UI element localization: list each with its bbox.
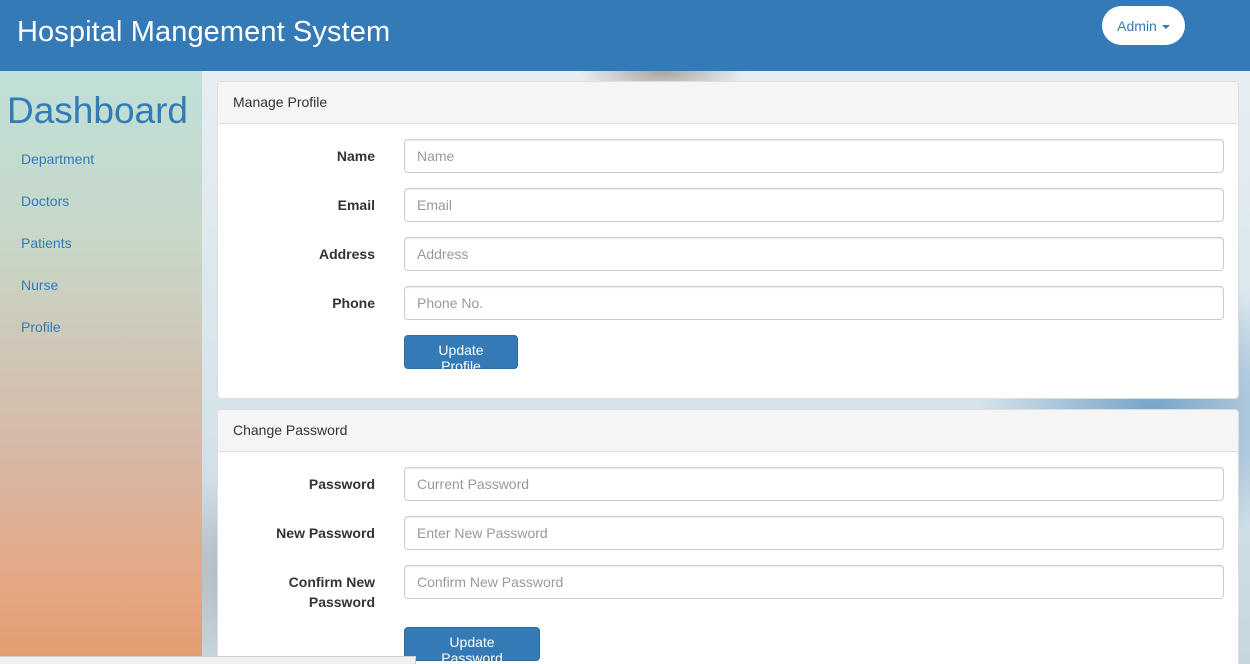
sidebar-item-doctors[interactable]: Doctors: [21, 193, 69, 209]
address-label: Address: [318, 246, 375, 262]
new-password-label: New Password: [276, 525, 375, 541]
phone-input[interactable]: [404, 286, 1224, 320]
change-password-heading: Change Password: [218, 410, 1238, 452]
new-password-input[interactable]: [404, 516, 1224, 550]
sidebar-item-patients[interactable]: Patients: [21, 235, 72, 251]
address-input[interactable]: [404, 237, 1224, 271]
current-password-input[interactable]: [404, 467, 1224, 501]
admin-user-menu-label: Admin: [1117, 17, 1157, 34]
current-password-label: Password: [308, 476, 375, 492]
sidebar: Dashboard Department Doctors Patients Nu…: [0, 71, 202, 664]
email-input[interactable]: [404, 188, 1224, 222]
manage-profile-panel: Manage Profile Name Email Address Phone …: [217, 81, 1239, 399]
email-label: Email: [337, 197, 375, 213]
sidebar-title: Dashboard: [7, 90, 189, 131]
phone-label: Phone: [332, 295, 375, 311]
manage-profile-heading: Manage Profile: [218, 82, 1238, 124]
admin-user-menu-button[interactable]: Admin: [1102, 6, 1185, 45]
update-password-button[interactable]: Update Password: [404, 627, 540, 664]
update-profile-button[interactable]: Update Profile: [404, 335, 518, 374]
change-password-panel: Change Password Password New Password Co…: [217, 409, 1239, 664]
sidebar-item-nurse[interactable]: Nurse: [21, 277, 58, 293]
caret-down-icon: [1161, 24, 1170, 29]
name-input[interactable]: [404, 139, 1224, 173]
confirm-password-input[interactable]: [404, 565, 1224, 599]
sidebar-item-profile[interactable]: Profile: [21, 319, 61, 335]
app-title: Hospital Mangement System: [17, 16, 391, 48]
name-label: Name: [336, 148, 375, 164]
top-navbar: Hospital Mangement System Admin: [0, 0, 1250, 71]
sidebar-item-department[interactable]: Department: [21, 151, 94, 167]
browser-status-bar: [0, 656, 416, 664]
confirm-password-label: Confirm New Password: [288, 574, 375, 610]
